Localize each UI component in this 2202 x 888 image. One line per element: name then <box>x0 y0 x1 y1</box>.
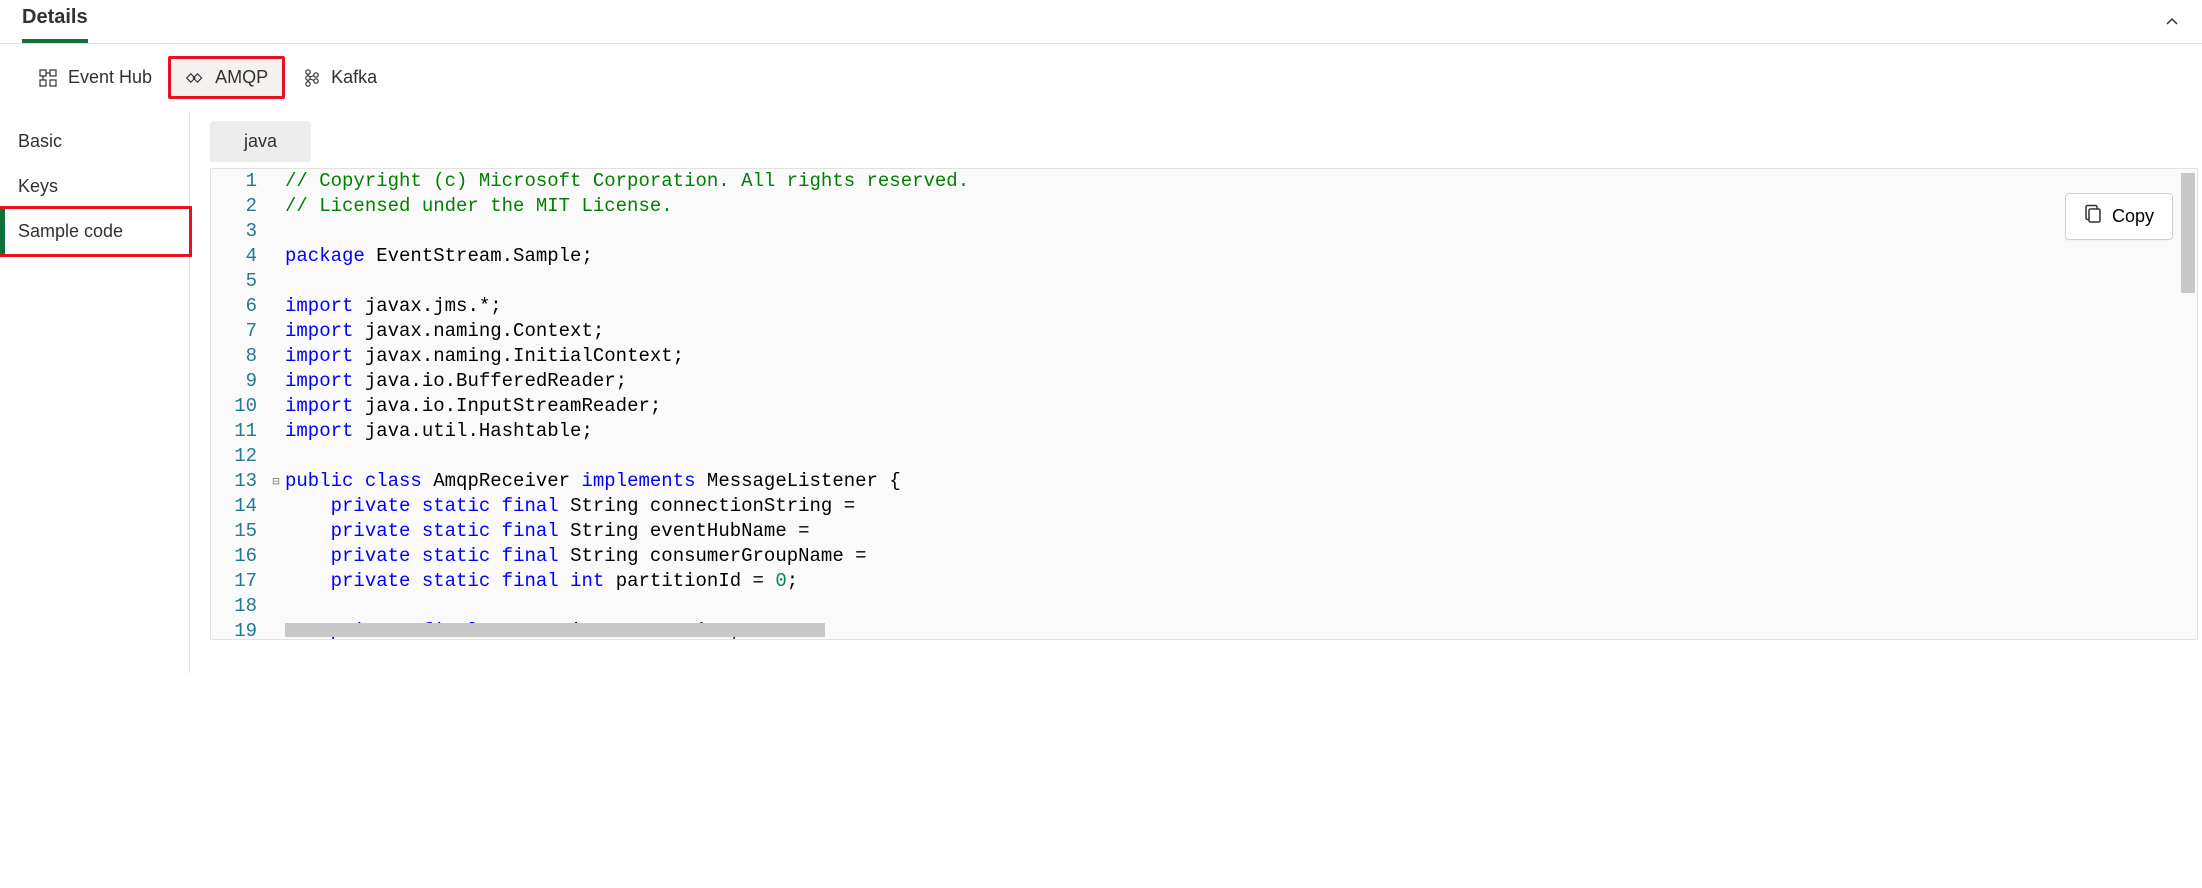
code-text: import javax.naming.Context; <box>285 319 624 344</box>
details-header: Details <box>0 0 2202 44</box>
code-line: 3 <box>211 219 2197 244</box>
code-panel: 1 // Copyright (c) Microsoft Corporation.… <box>210 168 2198 640</box>
code-line: 5 <box>211 269 2197 294</box>
code-line: 4 package EventStream.Sample; <box>211 244 2197 269</box>
code-line: 11 import java.util.Hashtable; <box>211 419 2197 444</box>
code-text: // Licensed under the MIT License. <box>285 194 693 219</box>
vertical-scrollbar-thumb[interactable] <box>2181 173 2195 293</box>
code-line: 16 private static final String consumerG… <box>211 544 2197 569</box>
code-line: 15 private static final String eventHubN… <box>211 519 2197 544</box>
code-text: private static final String consumerGrou… <box>285 544 887 569</box>
code-text: import java.util.Hashtable; <box>285 419 613 444</box>
code-line: 1 // Copyright (c) Microsoft Corporation.… <box>211 169 2197 194</box>
code-text <box>285 269 316 294</box>
code-text: private static final String eventHubName… <box>285 519 830 544</box>
code-text: import javax.naming.InitialContext; <box>285 344 704 369</box>
code-text: // Copyright (c) Microsoft Corporation. … <box>285 169 989 194</box>
code-line: 6 import javax.jms.*; <box>211 294 2197 319</box>
code-line: 9 import java.io.BufferedReader; <box>211 369 2197 394</box>
code-scroll-area[interactable]: 1 // Copyright (c) Microsoft Corporation.… <box>211 169 2197 639</box>
side-nav: Basic Keys Sample code <box>0 113 190 673</box>
tab-kafka[interactable]: Kafka <box>285 57 393 98</box>
line-number: 13 <box>211 469 267 494</box>
eventhub-icon <box>38 68 58 88</box>
language-tab-java[interactable]: java <box>210 121 311 162</box>
line-number: 5 <box>211 269 267 294</box>
code-line: 2 // Licensed under the MIT License. <box>211 194 2197 219</box>
line-number: 18 <box>211 594 267 619</box>
code-line: 7 import javax.naming.Context; <box>211 319 2197 344</box>
line-number: 2 <box>211 194 267 219</box>
code-line: 8 import javax.naming.InitialContext; <box>211 344 2197 369</box>
amqp-icon <box>185 68 205 88</box>
line-number: 10 <box>211 394 267 419</box>
horizontal-scrollbar-thumb[interactable] <box>285 623 825 637</box>
line-number: 17 <box>211 569 267 594</box>
tab-amqp-label: AMQP <box>215 67 268 88</box>
code-text: private static final int partitionId = 0… <box>285 569 818 594</box>
code-text: package EventStream.Sample; <box>285 244 613 269</box>
protocol-tab-bar: Event Hub AMQP Kafka <box>0 44 2202 113</box>
code-text <box>285 444 316 469</box>
collapse-icon[interactable] <box>2164 14 2180 35</box>
details-title: Details <box>22 6 88 43</box>
code-text: import java.io.BufferedReader; <box>285 369 647 394</box>
line-number: 7 <box>211 319 267 344</box>
line-number: 1 <box>211 169 267 194</box>
tab-event-hub-label: Event Hub <box>68 67 152 88</box>
main-panel: java 1 // Copyright (c) Microsoft Corpora… <box>190 113 2202 673</box>
line-number: 12 <box>211 444 267 469</box>
tab-kafka-label: Kafka <box>331 67 377 88</box>
code-text <box>285 594 316 619</box>
code-line: 17 private static final int partitionId … <box>211 569 2197 594</box>
line-number: 4 <box>211 244 267 269</box>
code-line: 10 import java.io.InputStreamReader; <box>211 394 2197 419</box>
line-number: 19 <box>211 619 267 639</box>
code-line: 12 <box>211 444 2197 469</box>
line-number: 8 <box>211 344 267 369</box>
line-number: 11 <box>211 419 267 444</box>
line-number: 9 <box>211 369 267 394</box>
line-number: 14 <box>211 494 267 519</box>
copy-icon <box>2084 204 2102 229</box>
line-number: 16 <box>211 544 267 569</box>
line-number: 15 <box>211 519 267 544</box>
code-line: 14 private static final String connectio… <box>211 494 2197 519</box>
code-text: import java.io.InputStreamReader; <box>285 394 681 419</box>
tab-amqp[interactable]: AMQP <box>168 56 285 99</box>
code-line: 18 <box>211 594 2197 619</box>
code-text: private static final String connectionSt… <box>285 494 875 519</box>
fold-gutter-icon[interactable]: ⊟ <box>267 469 285 494</box>
sidebar-item-basic[interactable]: Basic <box>0 119 179 164</box>
code-text <box>285 219 316 244</box>
vertical-scrollbar[interactable] <box>2181 173 2195 635</box>
sidebar-item-keys[interactable]: Keys <box>0 164 179 209</box>
tab-event-hub[interactable]: Event Hub <box>22 57 168 98</box>
sidebar-item-sample-code[interactable]: Sample code <box>0 209 189 254</box>
code-text: import javax.jms.*; <box>285 294 522 319</box>
code-line: 13⊟public class AmqpReceiver implements … <box>211 469 2197 494</box>
copy-button-label: Copy <box>2112 206 2154 227</box>
line-number: 3 <box>211 219 267 244</box>
code-text: public class AmqpReceiver implements Mes… <box>285 469 921 494</box>
kafka-icon <box>301 68 321 88</box>
copy-button[interactable]: Copy <box>2065 193 2173 240</box>
line-number: 6 <box>211 294 267 319</box>
